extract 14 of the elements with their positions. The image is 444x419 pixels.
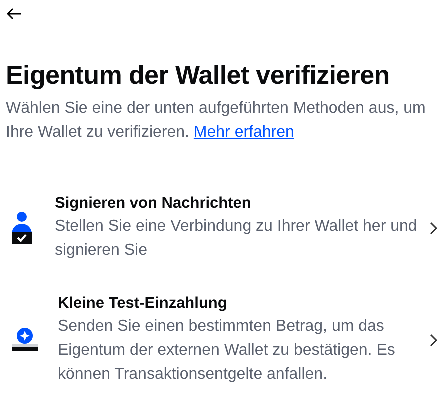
page-title: Eigentum der Wallet verifizieren (6, 60, 391, 91)
method-title: Signieren von Nachrichten (55, 194, 252, 214)
coin-tray-icon (10, 327, 40, 353)
chevron-right-icon (430, 222, 438, 234)
learn-more-link[interactable]: Mehr erfahren (194, 124, 294, 141)
description-text: Wählen Sie eine der unten aufgeführten Methoden aus, um Ihre Wallet zu verifizieren. Mehr erfahren (6, 99, 426, 143)
method-description: Stellen Sie eine Verbindung zu Ihrer Wallet her und signieren Sie (55, 217, 418, 261)
chevron-right-icon (430, 334, 438, 346)
method-item[interactable]: Kleine Test-Einzahlung Senden Sie einen bestimmten Betrag, um das Eigentum der externen Wallet zu bestätigen. Es können Transaktionsentgelte anfallen. (6, 293, 438, 387)
method-title: Kleine Test-Einzahlung (58, 294, 228, 314)
person-check-icon (11, 212, 33, 244)
method-item[interactable]: Signieren von Nachrichten Stellen Sie eine Verbindung zu Ihrer Wallet her und signieren Sie (6, 193, 438, 263)
method-description: Senden Sie einen bestimmten Betrag, um das Eigentum der externen Wallet zu bestätigen. Es können Transaktionsentgelte anfallen. (58, 317, 396, 385)
back-arrow-icon[interactable] (7, 8, 21, 20)
